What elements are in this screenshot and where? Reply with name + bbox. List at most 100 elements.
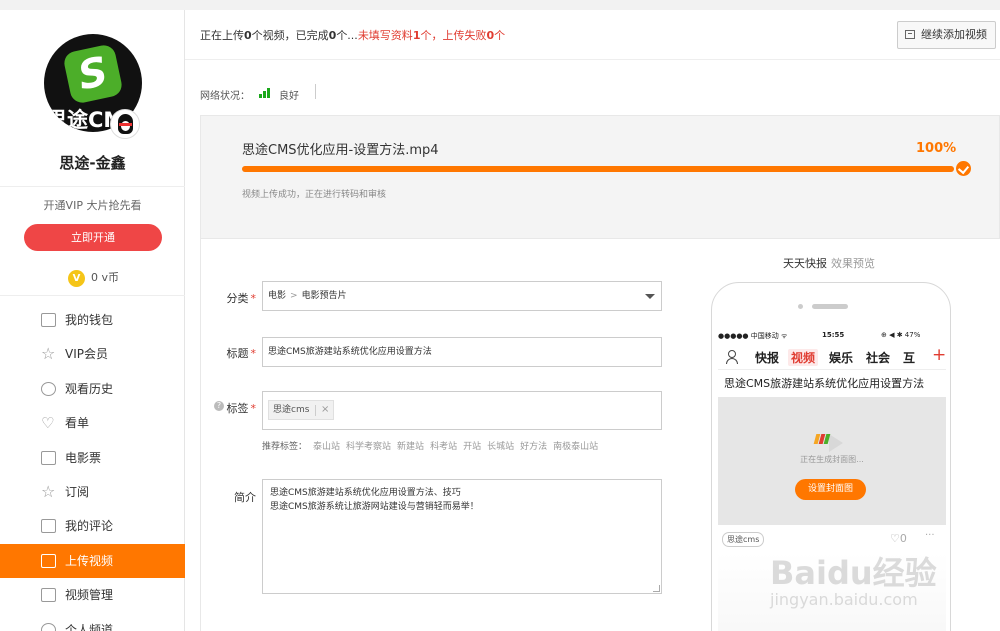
watermark-url: jingyan.baidu.com <box>770 590 918 609</box>
file-name: 思途CMS优化应用-设置方法.mp4 <box>242 143 439 158</box>
network-label: 网络状况： <box>200 91 250 102</box>
divider <box>0 295 185 296</box>
sidebar-item-label: 观看历史 <box>65 381 114 396</box>
failed-count: 0 <box>486 29 495 42</box>
like-icon: ♡0 <box>890 532 907 545</box>
vcoin-text: 0 v币 <box>91 271 120 284</box>
sidebar-nav: 我的钱包 ☆ VIP会员 观看历史 ♡ 看单 电影票 ☆ 订阅 我的评论 上传视频 视… <box>0 303 185 631</box>
sidebar-item-wallet[interactable]: 我的钱包 <box>0 303 185 337</box>
sidebar-item-label: 个人频道 <box>65 622 114 631</box>
history-icon <box>41 381 56 396</box>
sidebar-item-label: VIP会员 <box>65 347 108 362</box>
speaker-icon <box>812 304 848 309</box>
signal-icon <box>259 88 273 98</box>
sidebar-item-label: 电影票 <box>65 450 102 465</box>
preview-tag: 思途cms <box>722 532 765 547</box>
qq-icon <box>110 109 140 139</box>
generating-text: 正在生成封面图... <box>800 455 864 464</box>
watermark: Baidu经验 jingyan.baidu.com <box>770 548 1000 628</box>
recommended-tag[interactable]: 开站 <box>463 442 481 452</box>
set-cover-button[interactable]: 设置封面图 <box>795 479 866 500</box>
user-icon <box>726 350 738 364</box>
vcoin-icon: V <box>68 269 85 287</box>
sidebar-item-label: 上传视频 <box>65 553 114 568</box>
tag-chip: 思途cms × <box>268 400 335 420</box>
tab-more: 互 <box>903 351 916 365</box>
divider <box>315 84 316 99</box>
ticket-icon <box>41 450 56 465</box>
divider <box>0 186 185 187</box>
camera-icon <box>798 304 803 309</box>
sidebar-item-label: 视频管理 <box>65 588 114 603</box>
chevron-down-icon <box>645 294 655 299</box>
tab-kuaibao: 快报 <box>755 351 780 365</box>
sidebar-item-label: 我的评论 <box>65 519 114 534</box>
recommended-tag[interactable]: 新建站 <box>397 442 424 452</box>
upload-message: 视频上传成功，正在进行转码和审核 <box>242 190 387 200</box>
category-label: 分类 * <box>226 292 257 305</box>
vip-tip: 开通VIP 大片抢先看 <box>43 199 142 212</box>
progress-bar <box>242 166 954 172</box>
phone-status-bar: ●●●●● 中国移动 ᯤ 15:55 ⊕ ◀ ✱ 47% <box>718 331 921 340</box>
title-label: 标题 * <box>226 347 257 360</box>
main-panel: 正在上传0个视频，已完成0个...未填写资料1个，上传失败0个 继续添加视频 网… <box>185 10 1000 631</box>
star-icon: ☆ <box>41 344 56 364</box>
sidebar-item-label: 我的钱包 <box>65 313 114 327</box>
title-input[interactable]: 思途CMS旅游建站系统优化应用设置方法 <box>262 337 662 367</box>
comment-icon <box>41 519 56 534</box>
progress-bar-fill <box>242 166 954 172</box>
add-video-icon <box>905 30 915 39</box>
heart-icon: ♡ <box>41 414 55 433</box>
vcoin-balance: V 0 v币 <box>68 268 119 288</box>
recommended-tag[interactable]: 科学考察站 <box>346 442 391 452</box>
sidebar-item-history[interactable]: 观看历史 <box>0 372 185 406</box>
sidebar-item-upload[interactable]: 上传视频 <box>0 543 185 579</box>
network-quality: 良好 <box>279 91 299 102</box>
progress-percent: 100% <box>916 141 957 156</box>
upload-progress-panel: 思途CMS优化应用-设置方法.mp4 100% 视频上传成功，正在进行转码和审核 <box>200 115 1000 239</box>
preview-video-title: 思途CMS旅游建站系统优化应用设置方法 <box>724 377 925 390</box>
app-nav: 快报 视频 娱乐 社会 互 + <box>718 344 946 370</box>
upload-status-bar: 正在上传0个视频，已完成0个...未填写资料1个，上传失败0个 继续添加视频 <box>185 10 1000 60</box>
tags-label: 标签 * <box>226 402 257 415</box>
tab-video: 视频 <box>788 349 819 366</box>
channel-icon <box>41 622 56 631</box>
plus-icon: + <box>932 345 947 365</box>
resize-handle[interactable] <box>653 585 660 592</box>
tags-input[interactable]: 思途cms × <box>262 391 662 430</box>
uploading-count: 0 <box>244 29 252 42</box>
continue-add-video-button[interactable]: 继续添加视频 <box>897 21 996 49</box>
upload-icon <box>41 553 56 568</box>
recommended-tags: 推荐标签： 泰山站 科学考察站 新建站 科考站 开站 长城站 好方法 南极泰山站 <box>262 442 599 452</box>
sidebar-item-vip[interactable]: ☆ VIP会员 <box>0 337 185 371</box>
open-vip-button[interactable]: 立即开通 <box>24 224 162 251</box>
recommended-tag[interactable]: 好方法 <box>520 442 547 452</box>
username: 思途-金鑫 <box>59 154 126 172</box>
sidebar-item-channel[interactable]: 个人频道 <box>0 613 185 631</box>
sidebar-item-subscribe[interactable]: ☆ 订阅 <box>0 475 185 509</box>
sidebar-item-comments[interactable]: 我的评论 <box>0 509 185 543</box>
sidebar-item-label: 订阅 <box>65 484 90 499</box>
sidebar-item-tickets[interactable]: 电影票 <box>0 441 185 475</box>
intro-label: 简介 <box>234 491 256 504</box>
preview-title: 天天快报 效果预览 <box>783 257 875 270</box>
category-select[interactable]: 电影 > 电影预告片 <box>262 281 662 311</box>
sidebar-item-video-manage[interactable]: 视频管理 <box>0 578 185 612</box>
recommended-tag[interactable]: 长城站 <box>487 442 514 452</box>
recommended-tag[interactable]: 南极泰山站 <box>553 442 598 452</box>
check-icon <box>956 161 971 176</box>
intro-textarea[interactable]: 思途CMS旅游建站系统优化应用设置方法、技巧 思途CMS旅游系统让旅游网站建设与… <box>262 479 662 594</box>
recommended-tag[interactable]: 科考站 <box>430 442 457 452</box>
upload-status-text: 正在上传0个视频，已完成0个...未填写资料1个，上传失败0个 <box>200 29 506 42</box>
more-icon: ··· <box>925 530 935 541</box>
close-icon[interactable]: × <box>321 401 329 419</box>
sidebar-item-label: 看单 <box>65 416 90 431</box>
tab-society: 社会 <box>866 351 891 365</box>
video-manage-icon <box>41 588 56 603</box>
watermark-logo: Baidu经验 <box>770 554 937 592</box>
recommended-tag[interactable]: 泰山站 <box>313 442 340 452</box>
star-icon: ☆ <box>41 481 56 501</box>
cover-placeholder: 正在生成封面图... 设置封面图 <box>718 397 946 525</box>
sidebar: S 思途CMS 思途-金鑫 开通VIP 大片抢先看 立即开通 V0 v币 我的钱… <box>0 10 185 631</box>
sidebar-item-watchlist[interactable]: ♡ 看单 <box>0 406 185 440</box>
